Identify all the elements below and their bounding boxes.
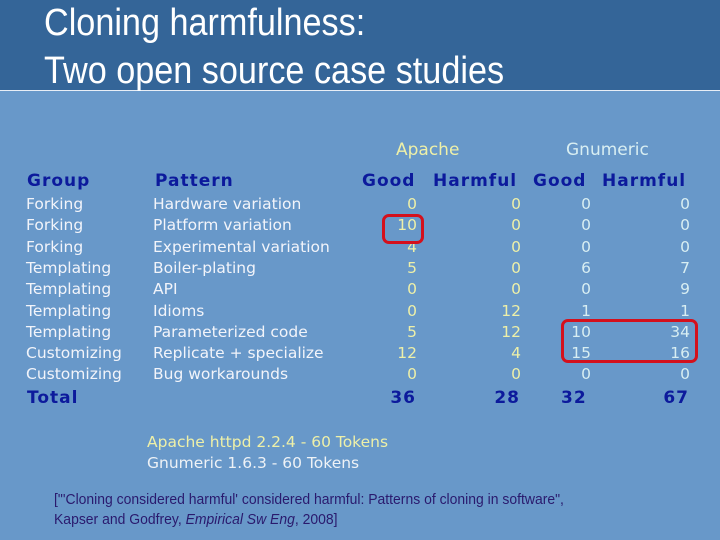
citation-venue: Empirical Sw Eng bbox=[185, 511, 295, 528]
pattern-cell: Hardware variation bbox=[153, 195, 302, 213]
apache-harmful-cell: 12 bbox=[501, 322, 521, 341]
gnumeric-harmful-cell: 0 bbox=[680, 365, 690, 384]
slide-title-line1: Cloning harmfulness: bbox=[44, 2, 366, 44]
group-cell: Forking bbox=[26, 237, 84, 256]
total-apache-good: 36 bbox=[390, 388, 416, 408]
citation-line2: Kapser and Godfrey, Empirical Sw Eng, 20… bbox=[54, 511, 338, 528]
header-apache-harmful: Harmful bbox=[433, 171, 518, 191]
apache-harmful-cell: 0 bbox=[511, 237, 521, 256]
apache-harmful-cell: 12 bbox=[501, 301, 521, 320]
apache-harmful-cell: 4 bbox=[511, 344, 521, 363]
group-cell: Customizing bbox=[26, 365, 122, 384]
gnumeric-harmful-cell: 0 bbox=[680, 195, 690, 213]
group-cell: Customizing bbox=[26, 344, 122, 363]
gnumeric-good-cell: 0 bbox=[581, 365, 591, 384]
gnumeric-harmful-cell: 1 bbox=[680, 301, 690, 320]
header-pattern: Pattern bbox=[155, 171, 234, 191]
pattern-cell: Parameterized code bbox=[153, 322, 308, 341]
apache-good-cell: 0 bbox=[407, 195, 417, 213]
apache-harmful-cell: 0 bbox=[511, 365, 521, 384]
gnumeric-good-cell: 1 bbox=[581, 301, 591, 320]
apache-harmful-cell: 0 bbox=[511, 258, 521, 277]
apache-good-cell: 0 bbox=[407, 365, 417, 384]
apache-label: Apache bbox=[396, 140, 460, 160]
gnumeric-info: Gnumeric 1.6.3 - 60 Tokens bbox=[147, 454, 360, 472]
pattern-cell: API bbox=[153, 280, 178, 299]
group-cell: Forking bbox=[26, 216, 84, 235]
apache-good-cell: 12 bbox=[397, 344, 417, 363]
group-cell: Templating bbox=[26, 280, 112, 299]
gnumeric-harmful-cell: 0 bbox=[680, 237, 690, 256]
apache-good-cell: 5 bbox=[407, 258, 417, 277]
gnumeric-good-cell: 0 bbox=[581, 280, 591, 299]
header-gnumeric-good: Good bbox=[533, 171, 587, 191]
gnumeric-good-cell: 0 bbox=[581, 216, 591, 235]
apache-good-cell: 5 bbox=[407, 322, 417, 341]
gnumeric-harmful-cell: 0 bbox=[680, 216, 690, 235]
apache-harmful-cell: 0 bbox=[511, 216, 521, 235]
slide-title-line2: Two open source case studies bbox=[44, 50, 505, 92]
pattern-cell: Idioms bbox=[153, 301, 205, 320]
gnumeric-harmful-cell: 7 bbox=[680, 258, 690, 277]
header-gnumeric-harmful: Harmful bbox=[602, 171, 687, 191]
gnumeric-good-cell: 6 bbox=[581, 258, 591, 277]
gnumeric-good-cell: 0 bbox=[581, 195, 591, 213]
citation-line1: ["'Cloning considered harmful' considere… bbox=[54, 491, 564, 508]
apache-info: Apache httpd 2.2.4 - 60 Tokens bbox=[147, 433, 389, 451]
gnumeric-harmful-cell: 9 bbox=[680, 280, 690, 299]
citation-authors: Kapser and Godfrey, bbox=[54, 511, 186, 528]
pattern-cell: Replicate + specialize bbox=[153, 344, 324, 363]
total-apache-harmful: 28 bbox=[494, 388, 520, 408]
highlight-box-apache bbox=[382, 214, 424, 244]
group-cell: Templating bbox=[26, 258, 112, 277]
highlight-box-gnumeric bbox=[561, 319, 698, 363]
gnumeric-label: Gnumeric bbox=[566, 140, 649, 160]
group-cell: Templating bbox=[26, 322, 112, 341]
header-group: Group bbox=[27, 171, 91, 191]
header-apache-good: Good bbox=[362, 171, 416, 191]
pattern-cell: Boiler-plating bbox=[153, 258, 256, 277]
apache-good-cell: 0 bbox=[407, 280, 417, 299]
pattern-cell: Experimental variation bbox=[153, 237, 330, 256]
apache-good-cell: 0 bbox=[407, 301, 417, 320]
title-bar: Cloning harmfulness: Two open source cas… bbox=[0, 0, 720, 92]
group-cell: Templating bbox=[26, 301, 112, 320]
apache-harmful-cell: 0 bbox=[511, 195, 521, 213]
total-label: Total bbox=[27, 388, 79, 408]
total-gnumeric-good: 32 bbox=[561, 388, 587, 408]
total-gnumeric-harmful: 67 bbox=[663, 388, 689, 408]
group-cell: Forking bbox=[26, 195, 84, 213]
apache-harmful-cell: 0 bbox=[511, 280, 521, 299]
pattern-cell: Platform variation bbox=[153, 216, 292, 235]
pattern-cell: Bug workarounds bbox=[153, 365, 289, 384]
citation-year: , 2008] bbox=[294, 511, 338, 528]
gnumeric-good-cell: 0 bbox=[581, 237, 591, 256]
